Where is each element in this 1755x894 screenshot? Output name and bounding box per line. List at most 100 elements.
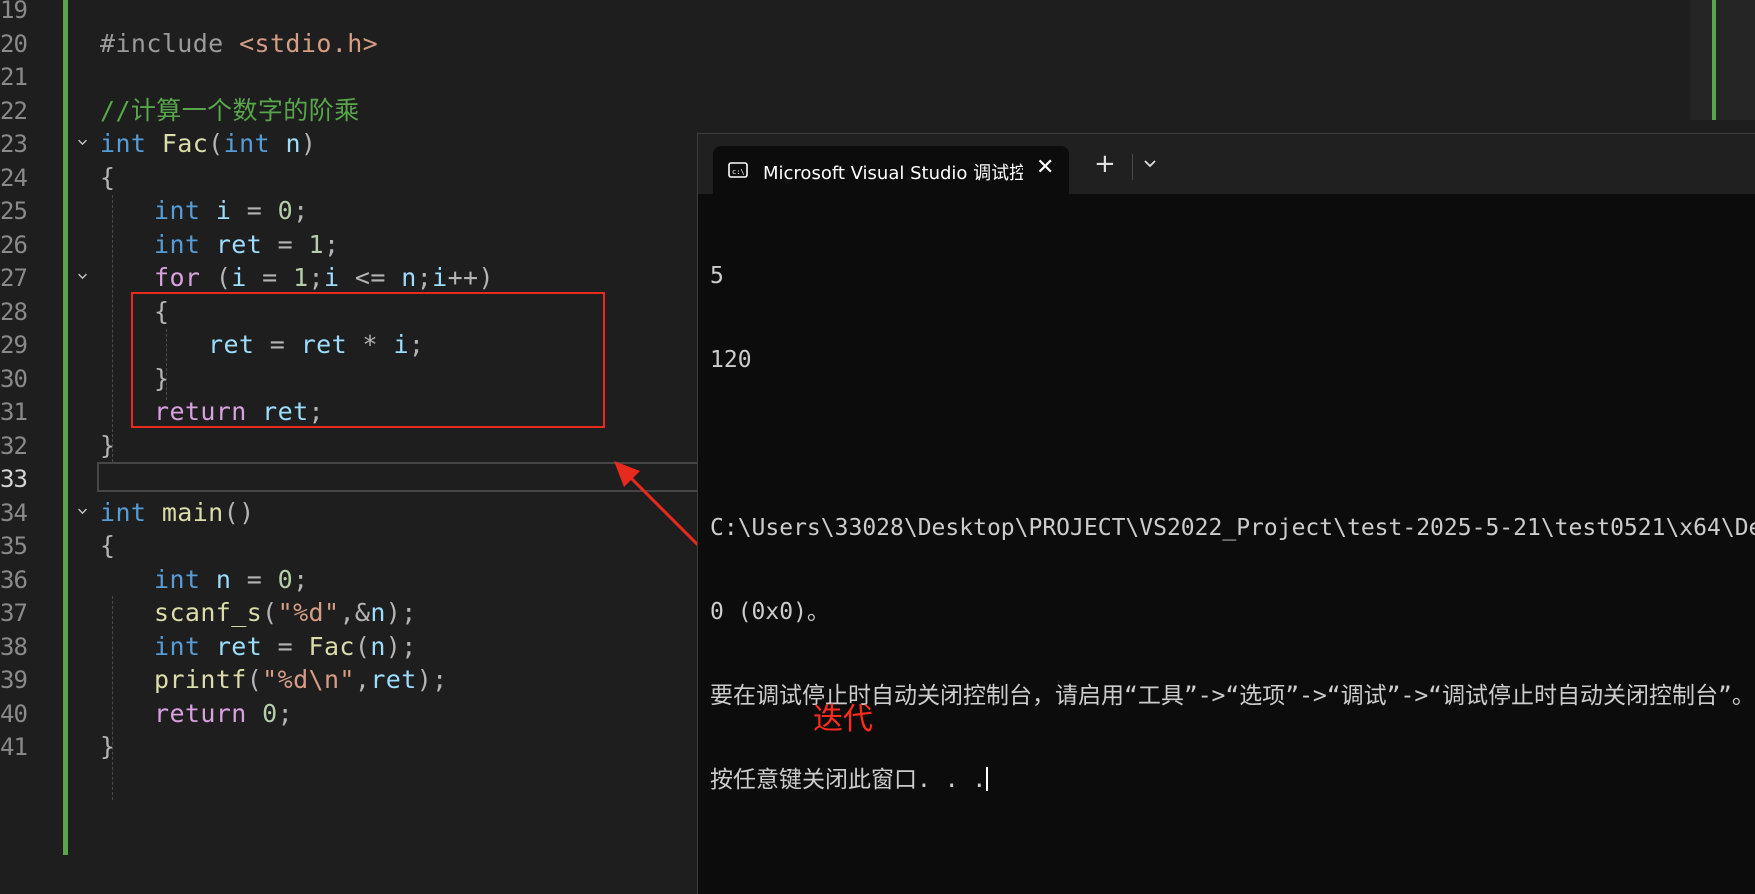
code-line[interactable]: 20 #include <stdio.h> [0, 26, 1755, 63]
line-number: 30 [0, 364, 28, 393]
code-text: scanf_s("%d",&n); [154, 598, 417, 628]
line-number: 26 [0, 230, 28, 259]
line-number: 34 [0, 498, 28, 527]
code-token: ; [293, 564, 309, 594]
code-token: = [231, 564, 278, 594]
console-prompt-line: 按任意键关闭此窗口. . . [710, 766, 1755, 794]
code-line[interactable]: 22 //计算一个数字的阶乘 [0, 93, 1755, 130]
code-token: Fac [161, 129, 209, 158]
code-token: = [262, 229, 309, 259]
code-token: ret [370, 665, 417, 694]
code-text: { [100, 531, 115, 561]
plus-icon[interactable]: + [1094, 151, 1116, 177]
code-token: { [100, 162, 116, 192]
code-token: i [323, 263, 340, 292]
console-output: 5 120 C:\Users\33028\Desktop\PROJECT\VS2… [710, 206, 1755, 850]
for-loop-highlight-box [131, 292, 605, 428]
line-number: 37 [0, 599, 28, 627]
console-line: 0 (0x0)。 [710, 599, 830, 625]
code-text: } [100, 431, 115, 461]
code-token: = [231, 196, 278, 225]
code-token: int [100, 129, 162, 158]
line-number: 32 [0, 431, 28, 460]
annotation-label: 迭代 [813, 702, 873, 737]
line-number: 41 [0, 733, 28, 761]
code-token: ; [308, 263, 324, 292]
code-token: = [246, 263, 294, 292]
code-token: i [215, 196, 232, 225]
line-number: 28 [0, 297, 28, 326]
console-tab[interactable]: c:\ Microsoft Visual Studio 调试控制台 ✕ [713, 146, 1069, 194]
code-token: int [154, 229, 216, 259]
code-token: ); [416, 665, 448, 694]
line-number: 35 [0, 532, 28, 560]
code-token: scanf_s [154, 598, 263, 627]
code-text: //计算一个数字的阶乘 [100, 96, 360, 126]
code-token: int [100, 497, 162, 527]
code-token: } [100, 732, 116, 761]
code-token: printf [154, 665, 247, 694]
code-token: "%d\n" [262, 665, 355, 694]
code-text: int i = 0; [154, 196, 309, 226]
code-text: } [100, 732, 115, 762]
code-token: i [231, 263, 247, 292]
code-token: ; [277, 698, 294, 728]
line-number: 40 [0, 699, 28, 728]
code-token: #include [100, 28, 240, 58]
console-titlebar: c:\ Microsoft Visual Studio 调试控制台 ✕ + [698, 134, 1755, 194]
code-text: int Fac(int n) [100, 129, 316, 159]
code-token: 1 [308, 229, 324, 259]
line-number: 20 [0, 29, 28, 58]
indent-guide [112, 195, 113, 462]
chevron-down-icon[interactable] [1142, 156, 1158, 172]
line-number: 36 [0, 565, 28, 594]
code-token: ); [385, 598, 417, 627]
debug-console-window[interactable]: c:\ Microsoft Visual Studio 调试控制台 ✕ + 5 … [697, 133, 1755, 894]
code-text: int main() [100, 498, 255, 528]
code-token: int [154, 631, 216, 661]
console-line: 5 [710, 263, 724, 289]
code-text: #include <stdio.h> [100, 29, 378, 59]
code-text: return 0; [154, 699, 293, 729]
code-token: 0 [262, 698, 278, 728]
code-token: ++) [447, 263, 494, 292]
code-token: } [100, 430, 116, 460]
code-token: ret [215, 631, 263, 661]
code-token: ( [215, 263, 232, 292]
line-number: 19 [0, 0, 28, 24]
chevron-down-icon[interactable] [77, 137, 88, 148]
line-number: 38 [0, 632, 28, 661]
code-text: printf("%d\n",ret); [154, 665, 448, 695]
line-number: 25 [0, 197, 28, 225]
line-number: 39 [0, 666, 28, 694]
line-number: 29 [0, 331, 28, 359]
code-token: main [161, 497, 224, 527]
line-number: 31 [0, 398, 28, 426]
code-token: ,& [339, 598, 371, 627]
close-icon[interactable]: ✕ [1036, 155, 1054, 180]
chevron-down-icon[interactable] [77, 271, 88, 282]
console-tab-title: Microsoft Visual Studio 调试控制台 [763, 163, 1023, 184]
code-token: () [223, 497, 255, 527]
code-token: n [215, 564, 232, 594]
code-token: int [154, 196, 216, 225]
line-number: 22 [0, 96, 28, 125]
svg-text:c:\: c:\ [732, 168, 745, 176]
code-token: ( [246, 665, 263, 694]
code-token: ; [416, 263, 433, 292]
code-token: ; [323, 229, 340, 259]
code-line[interactable]: 21 [0, 59, 1755, 96]
code-text: int ret = 1; [154, 230, 339, 260]
line-number: 23 [0, 130, 28, 158]
code-token: ) [300, 129, 317, 158]
code-text: int ret = Fac(n); [154, 632, 417, 662]
code-token: int [154, 564, 216, 594]
code-token: = [262, 631, 309, 661]
code-text: for (i = 1;i <= n;i++) [154, 263, 494, 293]
chevron-down-icon[interactable] [77, 506, 88, 517]
code-token: return [154, 698, 263, 728]
code-token: { [100, 531, 116, 560]
code-token: ( [354, 631, 371, 661]
code-token: <= [339, 263, 402, 292]
